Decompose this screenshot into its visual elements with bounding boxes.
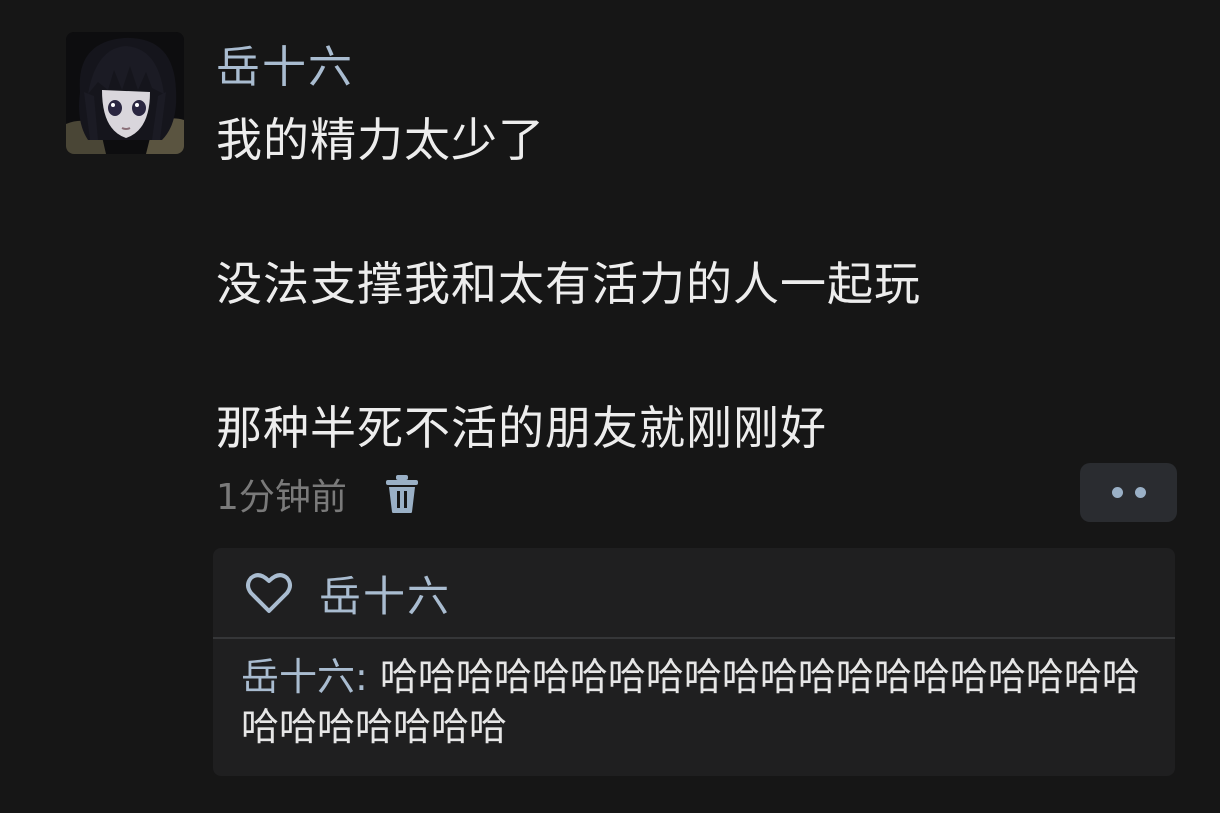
- trash-icon[interactable]: [385, 474, 419, 514]
- interaction-panel: 岳十六 岳十六: 哈哈哈哈哈哈哈哈哈哈哈哈哈哈哈哈哈哈哈哈哈哈哈哈哈哈哈: [213, 548, 1175, 776]
- heart-icon: [245, 571, 293, 615]
- more-icon-dot: [1111, 487, 1123, 498]
- moment-post: 岳十六 我的精力太少了 没法支撑我和太有活力的人一起玩 那种半死不活的朋友就刚刚…: [0, 0, 1220, 813]
- comment-text: 哈哈哈哈哈哈哈哈哈哈哈哈哈哈哈哈哈哈哈哈哈哈哈哈哈哈哈: [241, 655, 1140, 749]
- more-options-button[interactable]: [1080, 463, 1177, 522]
- post-text-line-1: 我的精力太少了: [216, 113, 545, 167]
- like-user-name[interactable]: 岳十六: [319, 563, 451, 624]
- panel-divider: [213, 637, 1175, 639]
- post-timestamp: 1分钟前: [216, 477, 347, 518]
- post-author-name[interactable]: 岳十六: [216, 38, 354, 98]
- more-icon-dot: [1134, 487, 1146, 498]
- post-content: 我的精力太少了 没法支撑我和太有活力的人一起玩 那种半死不活的朋友就刚刚好: [216, 108, 1176, 460]
- anime-avatar-image: [66, 32, 184, 154]
- post-text-line-3: 那种半死不活的朋友就刚刚好: [216, 401, 827, 455]
- likes-row: 岳十六: [213, 548, 1175, 638]
- post-meta: 1分钟前: [216, 466, 419, 522]
- comment-item[interactable]: 岳十六: 哈哈哈哈哈哈哈哈哈哈哈哈哈哈哈哈哈哈哈哈哈哈哈哈哈哈哈: [241, 652, 1171, 752]
- post-text-line-2: 没法支撑我和太有活力的人一起玩: [216, 257, 921, 311]
- user-avatar[interactable]: [66, 32, 184, 154]
- comment-author[interactable]: 岳十六:: [241, 655, 368, 699]
